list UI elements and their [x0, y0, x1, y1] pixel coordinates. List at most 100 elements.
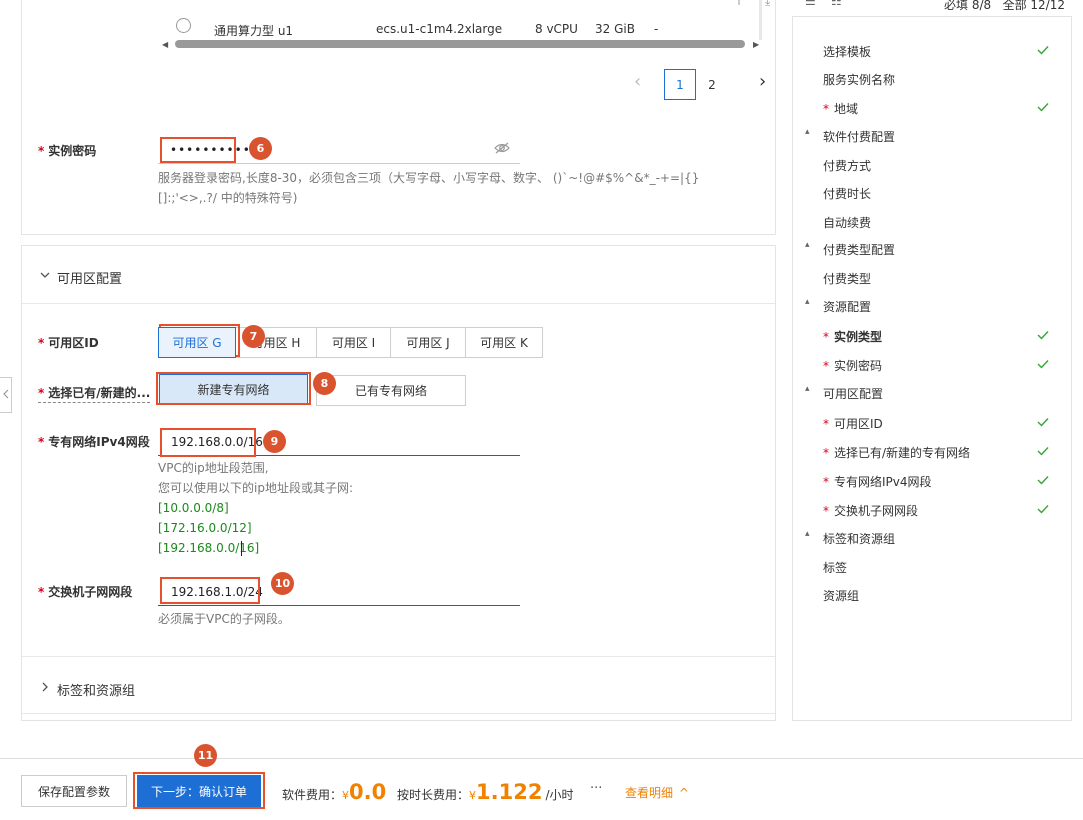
scroll-right-icon[interactable]: ▶	[753, 40, 759, 49]
nav-item[interactable]: * 专有网络IPv4网段	[793, 471, 1071, 491]
prev-page-button[interactable]: ‹	[634, 71, 641, 92]
caret-up-icon: ▴	[805, 384, 810, 394]
download-icon[interactable]: ⤓	[765, 0, 770, 9]
instance-table-row[interactable]: 通用算力型 u1 ecs.u1-c1m4.2xlarge 8 vCPU 32 G…	[172, 14, 762, 38]
nav-item-label: 交换机子网网段	[834, 504, 919, 518]
table-scrollbar[interactable]: ◀ ▶	[162, 39, 765, 49]
required-marker: *	[823, 359, 829, 373]
nav-item[interactable]: 付费方式	[793, 155, 1071, 175]
arrow-up-icon[interactable]: ↑	[734, 0, 744, 8]
page-2-label: 2	[708, 77, 716, 92]
chevron-down-icon	[40, 268, 50, 278]
nav-item-label: 标签	[823, 561, 848, 575]
step-badge-6: 6	[249, 137, 272, 160]
radio-button[interactable]	[176, 18, 191, 33]
zone-section-header[interactable]: 可用区配置	[22, 246, 775, 304]
zone-k-option[interactable]: 可用区 K	[465, 327, 543, 358]
vswitch-hint: 必须属于VPC的子网段。	[158, 612, 290, 626]
more-icon[interactable]: ···	[590, 781, 602, 796]
vpc-choice-label: * 选择已有/新建的...	[38, 384, 151, 403]
page-2-button[interactable]: 2	[696, 69, 728, 100]
instance-config-panel: 通用算力型 u1 ecs.u1-c1m4.2xlarge 8 vCPU 32 G…	[21, 0, 776, 235]
nav-item[interactable]: * 实例类型	[793, 326, 1071, 346]
nav-item[interactable]: * 交换机子网网段	[793, 500, 1071, 520]
nav-item[interactable]: 服务实例名称	[793, 69, 1071, 89]
zone-j-option[interactable]: 可用区 J	[390, 327, 466, 358]
step-badge-8: 8	[313, 372, 336, 395]
nav-item-label: 自动续费	[823, 216, 872, 230]
nav-item[interactable]: ▴ 可用区配置	[793, 383, 1071, 403]
nav-item[interactable]: * 可用区ID	[793, 413, 1071, 433]
required-marker: *	[823, 102, 829, 116]
nav-item[interactable]: 选择模板	[793, 41, 1071, 61]
software-fee-label: 软件费用：	[282, 788, 343, 802]
pagination: ‹ 1 2 ›	[624, 69, 774, 101]
scroll-thumb[interactable]	[175, 40, 745, 48]
nav-item-label: 选择已有/新建的专有网络	[834, 446, 971, 460]
nav-item[interactable]: ▴ 资源配置	[793, 296, 1071, 316]
vswitch-label: * 交换机子网网段	[38, 585, 133, 599]
nav-item-label: 专有网络IPv4网段	[834, 475, 932, 489]
footer-divider	[0, 758, 1083, 759]
nav-item[interactable]: 自动续费	[793, 212, 1071, 232]
tags-section-header[interactable]: 标签和资源组	[22, 656, 775, 714]
nav-item-label: 可用区配置	[823, 387, 884, 401]
page-1-button[interactable]: 1	[664, 69, 696, 100]
zone-g-option[interactable]: 可用区 G	[158, 327, 236, 358]
nav-item[interactable]: * 地域	[793, 98, 1071, 118]
required-marker: *	[823, 330, 829, 344]
save-config-button[interactable]: 保存配置参数	[21, 775, 127, 807]
nav-item-label: 服务实例名称	[823, 73, 896, 87]
nav-item[interactable]: 资源组	[793, 585, 1071, 605]
nav-item[interactable]: 标签	[793, 557, 1071, 577]
nav-item[interactable]: ▴ 软件付费配置	[793, 126, 1071, 146]
check-icon	[1037, 101, 1049, 116]
highlight-vpc	[156, 372, 311, 405]
vpc-range-2: [172.16.0.0/12]	[158, 521, 252, 535]
software-fee: 软件费用： ¥ 0.0	[282, 780, 386, 804]
highlight-next	[133, 772, 265, 809]
check-icon	[1037, 44, 1049, 59]
nav-item[interactable]: ▴ 标签和资源组	[793, 528, 1071, 548]
nav-item[interactable]: 付费时长	[793, 183, 1071, 203]
nav-item-label: 付费类型	[823, 272, 872, 286]
caret-up-icon: ▴	[805, 240, 810, 250]
nav-item-label: 资源组	[823, 589, 860, 603]
zone-i-option[interactable]: 可用区 I	[316, 327, 391, 358]
nav-item[interactable]: * 选择已有/新建的专有网络	[793, 442, 1071, 462]
vpc-existing-option[interactable]: 已有专有网络	[316, 375, 466, 406]
list-icon[interactable]: ☰	[805, 0, 816, 8]
right-nav-panel: 选择模板服务实例名称 * 地域 ▴ 软件付费配置 付费方式付费时长自动续费 ▴ 付费类型配置付…	[792, 16, 1072, 721]
step-badge-10: 10	[271, 572, 294, 595]
required-marker: *	[823, 446, 829, 460]
step-badge-7: 7	[242, 325, 265, 348]
nav-item[interactable]: ▴ 付费类型配置	[793, 239, 1071, 259]
check-icon	[1037, 329, 1049, 344]
highlight-vpc-cidr	[160, 428, 256, 457]
nav-item[interactable]: * 实例密码	[793, 355, 1071, 375]
chevron-up-icon: ^	[678, 786, 689, 800]
caret-up-icon: ▴	[805, 297, 810, 307]
outline-icon[interactable]: ☷	[831, 0, 842, 8]
check-icon	[1037, 358, 1049, 373]
nav-item-label: 选择模板	[823, 45, 872, 59]
next-page-button[interactable]: ›	[759, 71, 766, 92]
zone-selector: 可用区 G 可用区 H 可用区 I 可用区 J 可用区 K	[158, 327, 544, 358]
collapse-handle[interactable]	[0, 377, 12, 413]
nav-item-label: 地域	[834, 102, 859, 116]
check-icon	[1037, 474, 1049, 489]
vpc-range-3: [192.168.0.0/16]	[158, 541, 260, 555]
top-toolbar: ↑ ⤓ ☰ ☷ 必填 8/8 全部 12/12	[725, 0, 1083, 14]
nav-item-label: 资源配置	[823, 300, 872, 314]
zone-section-title: 可用区配置	[57, 272, 123, 287]
nav-item-label: 付费时长	[823, 187, 872, 201]
chevron-left-icon	[2, 388, 9, 402]
row-spec: ecs.u1-c1m4.2xlarge	[376, 22, 503, 36]
eye-hidden-icon[interactable]	[494, 141, 510, 155]
hourly-fee-label: 按时长费用：	[397, 788, 470, 802]
view-details-link[interactable]: 查看明细 ^	[625, 784, 689, 801]
scroll-left-icon[interactable]: ◀	[162, 40, 168, 49]
step-badge-11: 11	[194, 744, 217, 767]
check-icon	[1037, 445, 1049, 460]
nav-item[interactable]: 付费类型	[793, 268, 1071, 288]
